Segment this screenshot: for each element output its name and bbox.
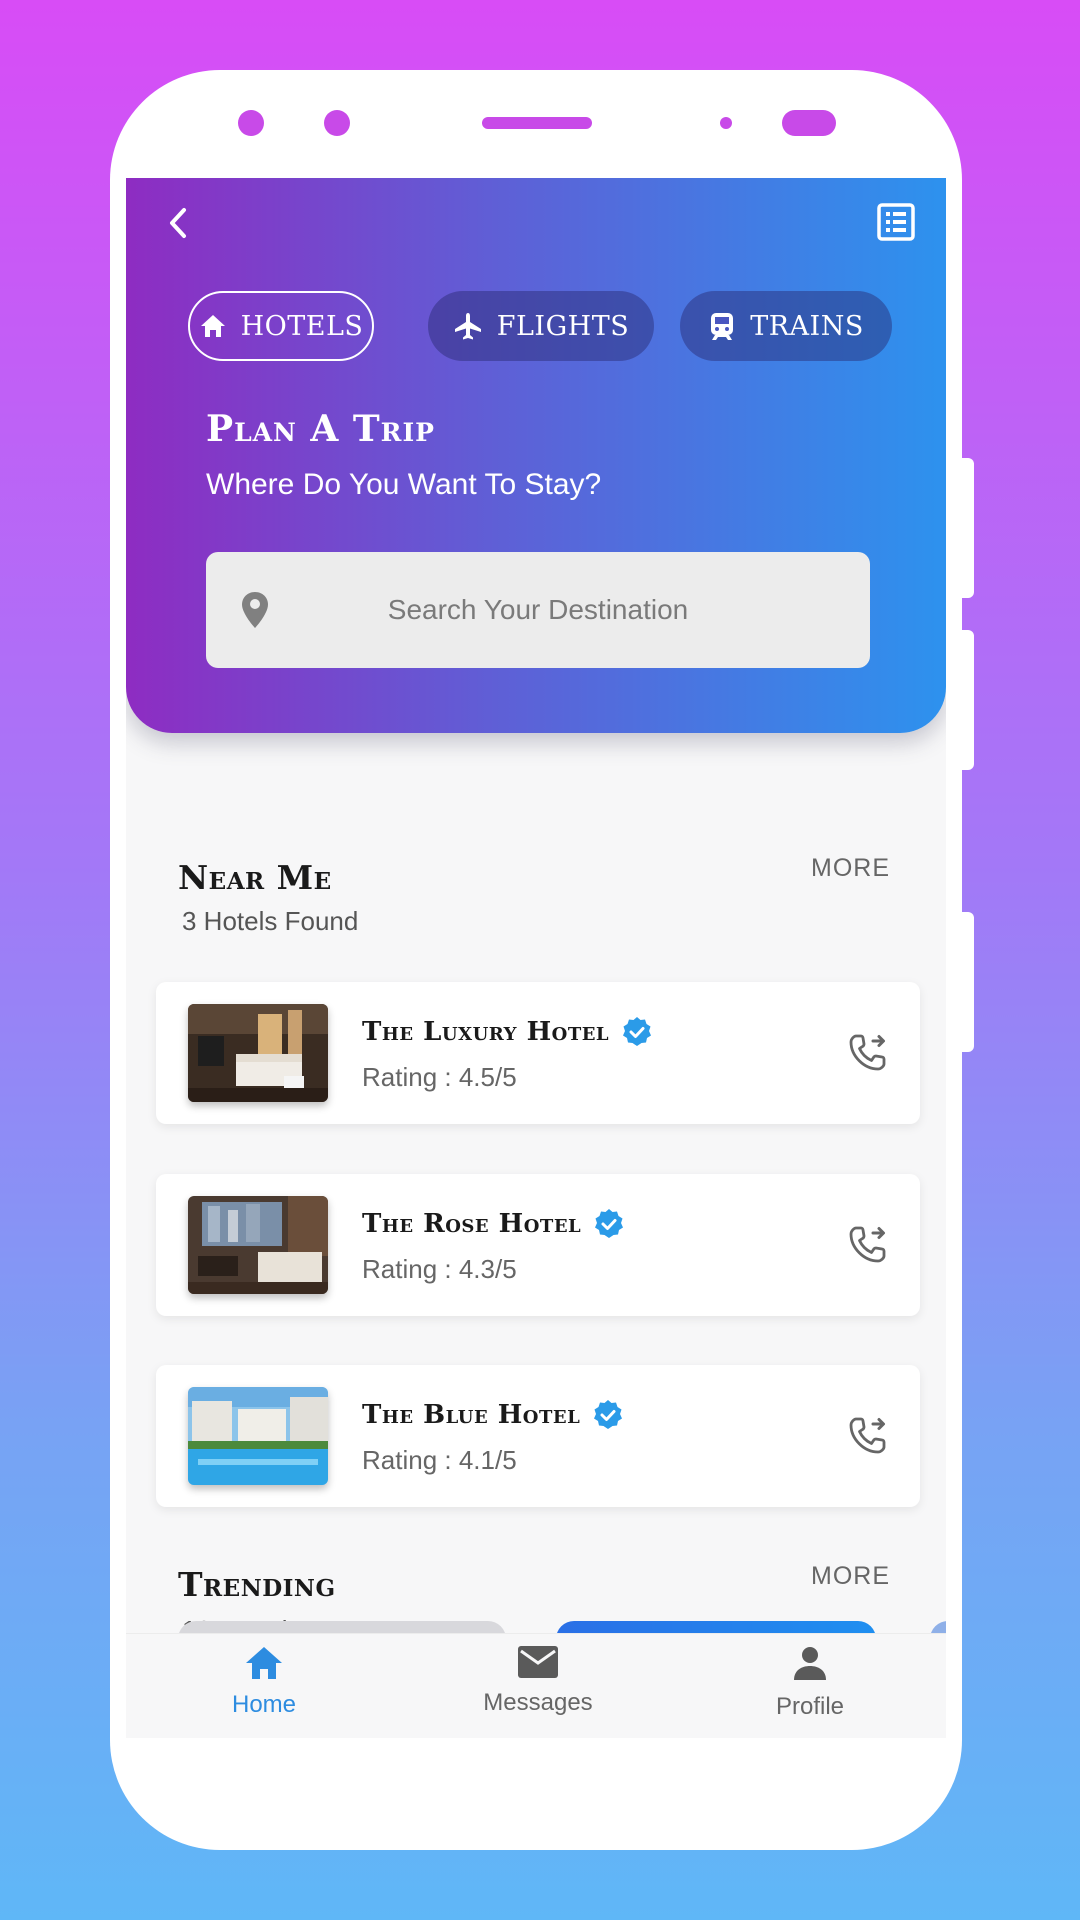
bottom-nav: Home Messages Profile [126,1633,946,1738]
tab-flights[interactable]: FLIGHTS [428,291,654,361]
hotel-card-rose[interactable]: The Rose Hotel Rating : 4.3/5 [156,1174,920,1316]
near-me-count: 3 Hotels Found [182,906,359,936]
hotel-image [188,1196,328,1294]
menu-button[interactable] [872,198,920,246]
phone-frame: HOTELS FLIGHTS TRAINS Plan A Trip Where … [110,70,974,1850]
hotel-name-text: The Rose Hotel [362,1209,582,1239]
phone-forward-icon [849,1034,886,1071]
tab-hotels[interactable]: HOTELS [188,291,374,361]
hotel-card-blue[interactable]: The Blue Hotel Rating : 4.1/5 [156,1365,920,1507]
near-me-more-link[interactable]: MORE [811,854,890,883]
hotel-rating: Rating : 4.5/5 [362,1062,517,1092]
hotel-name: The Blue Hotel [362,1399,624,1431]
proximity-sensor [720,117,732,129]
search-input[interactable]: Search Your Destination [206,552,870,668]
list-icon [877,203,915,241]
trending-title: Trending [178,1565,336,1604]
hotel-name: The Rose Hotel [362,1208,625,1240]
verified-badge-icon [595,1209,624,1238]
back-button[interactable] [156,200,202,246]
verified-badge-icon [623,1017,652,1046]
call-button[interactable] [846,1222,890,1271]
phone-side-button [962,458,974,598]
nav-messages[interactable]: Messages [448,1644,628,1717]
nav-profile-label: Profile [775,1693,845,1720]
app-screen: HOTELS FLIGHTS TRAINS Plan A Trip Where … [126,178,946,1738]
home-icon [200,315,225,337]
near-me-title: Near Me [178,858,332,897]
home-icon [246,1647,282,1679]
phone-side-button [962,912,974,1052]
hotel-name-text: The Blue Hotel [362,1400,581,1430]
train-icon [711,313,734,340]
hotel-rating: Rating : 4.3/5 [362,1254,517,1284]
nav-profile[interactable]: Profile [720,1644,900,1721]
phone-forward-icon [849,1226,886,1263]
hotel-image [188,1004,328,1102]
call-button[interactable] [846,1413,890,1462]
hotel-rating: Rating : 4.1/5 [362,1445,517,1475]
page-title: Plan A Trip [206,408,435,450]
airplane-icon [454,313,481,340]
nav-home-label: Home [231,1691,297,1718]
nav-home[interactable]: Home [174,1644,354,1719]
flash [782,110,836,136]
speaker-grille [482,117,592,129]
hotel-image [188,1387,328,1485]
hotel-name: The Luxury Hotel [362,1016,653,1048]
person-icon [794,1647,826,1680]
tab-trains-label: TRAINS [750,310,864,342]
tab-trains[interactable]: TRAINS [680,291,892,361]
page-subtitle: Where Do You Want To Stay? [206,468,602,501]
trending-more-link[interactable]: MORE [811,1562,890,1591]
front-sensor [238,110,264,136]
front-camera [324,110,350,136]
chevron-left-icon [170,208,186,238]
verified-badge-icon [594,1400,623,1429]
nav-messages-label: Messages [483,1689,593,1716]
hotel-card-luxury[interactable]: The Luxury Hotel Rating : 4.5/5 [156,982,920,1124]
search-placeholder: Search Your Destination [387,594,689,625]
phone-forward-icon [849,1417,886,1454]
phone-side-button [962,630,974,770]
mail-icon [518,1646,558,1678]
call-button[interactable] [846,1030,890,1079]
header-banner: HOTELS FLIGHTS TRAINS Plan A Trip Where … [126,178,946,733]
tab-flights-label: FLIGHTS [496,310,630,342]
hotel-name-text: The Luxury Hotel [362,1017,610,1047]
tab-hotels-label: HOTELS [240,310,364,342]
